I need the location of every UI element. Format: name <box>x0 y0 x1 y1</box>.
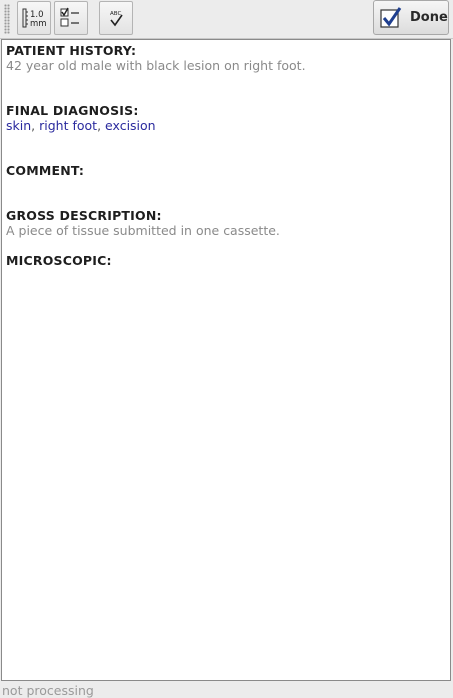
ruler-mm-icon: 1.0 mm <box>22 8 47 29</box>
toolbar-grip-handle[interactable] <box>4 4 10 34</box>
checklist-button[interactable] <box>54 1 88 35</box>
diagnosis-keyword[interactable]: excision <box>105 118 156 133</box>
keyword-separator: , <box>97 118 102 133</box>
patient-history-heading: PATIENT HISTORY: <box>6 43 137 58</box>
done-button-label: Done <box>410 10 448 25</box>
keyword-separator: , <box>31 118 36 133</box>
gross-description-text: A piece of tissue submitted in one casse… <box>6 223 280 238</box>
ruler-measurement-button[interactable]: 1.0 mm <box>17 1 51 35</box>
diagnosis-keyword[interactable]: skin <box>6 118 31 133</box>
checklist-icon <box>60 7 79 27</box>
final-diagnosis-heading: FINAL DIAGNOSIS: <box>6 103 139 118</box>
patient-history-section: PATIENT HISTORY: 42 year old male with b… <box>6 43 446 73</box>
final-diagnosis-keywords: skin, right foot, excision <box>6 118 446 133</box>
comment-section: COMMENT: <box>6 163 446 178</box>
diagnosis-keyword[interactable]: right foot <box>39 118 97 133</box>
report-editor[interactable]: PATIENT HISTORY: 42 year old male with b… <box>1 39 451 681</box>
spellcheck-button[interactable]: ABC <box>99 1 133 35</box>
ruler-icon-unit: mm <box>30 19 47 29</box>
checkbox-checked-icon <box>380 6 402 28</box>
gross-description-heading: GROSS DESCRIPTION: <box>6 208 162 223</box>
final-diagnosis-section: FINAL DIAGNOSIS: skin, right foot, excis… <box>6 103 446 133</box>
gross-description-section: GROSS DESCRIPTION: A piece of tissue sub… <box>6 208 446 238</box>
done-button[interactable]: Done <box>373 0 449 35</box>
status-bar-text: not processing <box>2 683 94 698</box>
spellcheck-icon-text: ABC <box>110 11 121 17</box>
spellcheck-icon: ABC <box>110 11 123 27</box>
microscopic-section: MICROSCOPIC: <box>6 253 446 268</box>
toolbar: 1.0 mm ABC Done <box>0 0 453 39</box>
patient-history-text: 42 year old male with black lesion on ri… <box>6 58 306 73</box>
comment-heading: COMMENT: <box>6 163 85 178</box>
microscopic-heading: MICROSCOPIC: <box>6 253 112 268</box>
